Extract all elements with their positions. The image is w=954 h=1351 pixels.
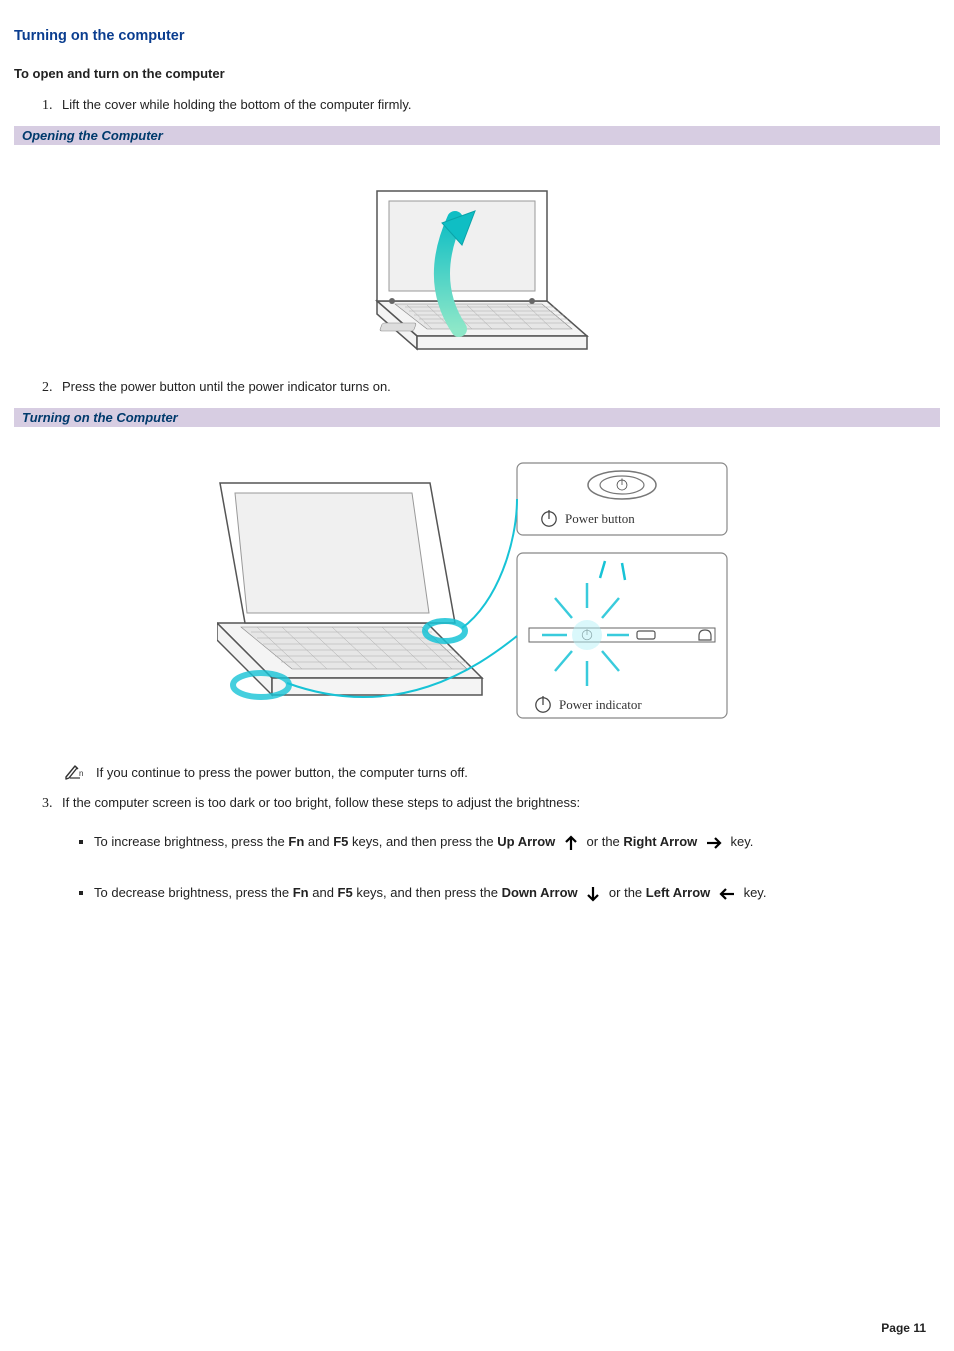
power-button-label: Power button [565,511,635,526]
section-title: Turning on the computer [14,28,940,44]
figure-opening-computer [14,151,940,361]
laptop-power-illustration: Power button [217,433,737,733]
power-indicator-label: Power indicator [559,697,642,712]
step-2: Press the power button until the power i… [56,379,940,394]
down-arrow-icon [585,885,601,903]
bullet-increase: To increase brightness, press the Fn and… [94,828,940,855]
svg-text:n: n [79,769,83,778]
note-row: n If you continue to press the power but… [64,763,940,781]
up-arrow-icon [563,834,579,852]
left-arrow-icon [718,886,736,902]
step-1: Lift the cover while holding the bottom … [56,97,940,112]
sub-heading: To open and turn on the computer [14,66,940,81]
bullet-decrease: To decrease brightness, press the Fn and… [94,879,940,906]
figure-caption-turning-on: Turning on the Computer [14,408,940,427]
note-icon: n [64,763,86,781]
figure-turning-on-computer: Power button [14,433,940,733]
note-text: If you continue to press the power butto… [96,765,468,780]
laptop-opening-illustration [347,151,607,361]
right-arrow-icon [705,835,723,851]
page-number: Page 11 [881,1321,926,1335]
figure-caption-opening: Opening the Computer [14,126,940,145]
step-3: If the computer screen is too dark or to… [56,795,940,810]
